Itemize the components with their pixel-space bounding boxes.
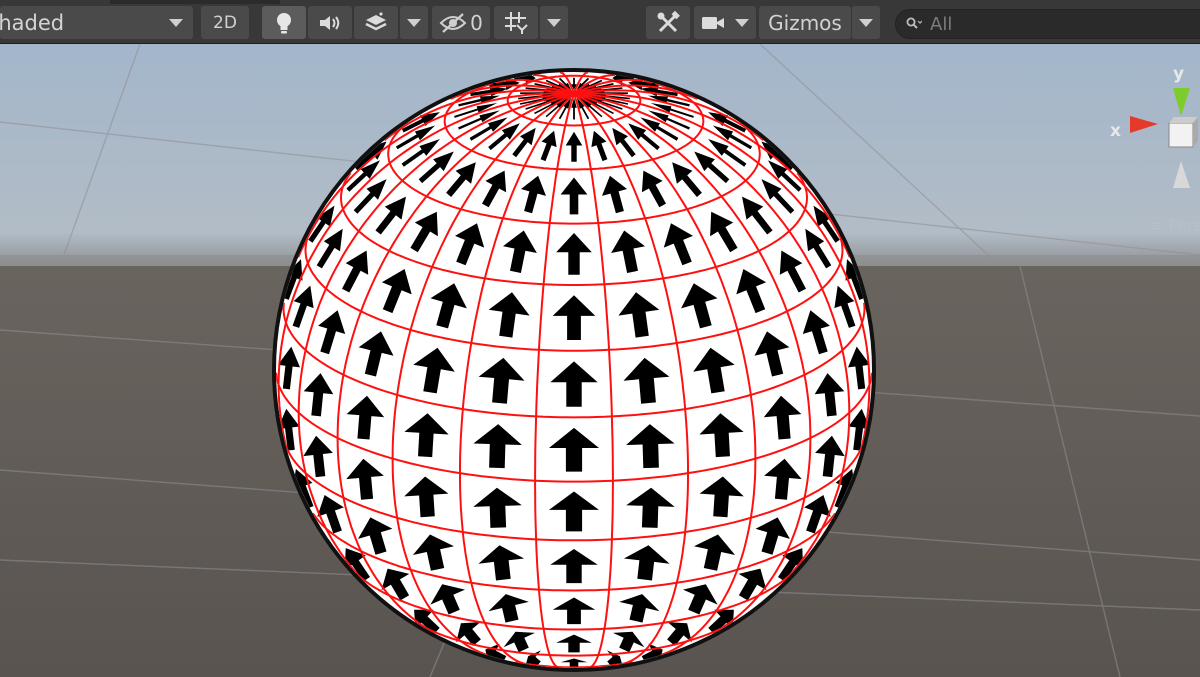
fx-layers-icon <box>365 11 387 30</box>
light-bulb-icon <box>277 12 291 33</box>
scene-viewport[interactable]: y x ≡ Persp <box>0 44 1200 677</box>
tools-icon <box>657 10 680 32</box>
grid-icon <box>505 11 528 34</box>
search-input[interactable] <box>930 13 1180 35</box>
projection-label[interactable]: ≡ Persp <box>1150 216 1200 235</box>
effects-toggle-button[interactable] <box>354 6 398 39</box>
audio-toggle-button[interactable] <box>308 6 352 39</box>
projection-text: Persp <box>1168 216 1200 235</box>
gizmos-button[interactable]: Gizmos <box>759 6 851 39</box>
toggle-2d-label: 2D <box>213 12 237 33</box>
chevron-down-icon <box>547 18 561 27</box>
gizmos-label: Gizmos <box>768 10 842 35</box>
hidden-objects-toggle[interactable]: 0 <box>432 6 490 39</box>
chevron-down-icon <box>169 19 183 27</box>
search-field[interactable] <box>895 9 1200 39</box>
grid-dropdown[interactable] <box>540 6 568 39</box>
scene-tools-button[interactable] <box>646 6 690 39</box>
sphere-object[interactable] <box>272 68 876 672</box>
scene-canvas <box>0 44 1200 677</box>
scene-view: Shaded 2D <box>0 0 1200 677</box>
hamburger-icon: ≡ <box>1150 216 1164 235</box>
grid-toggle-button[interactable] <box>494 6 538 39</box>
speaker-icon <box>320 15 340 30</box>
camera-settings-button[interactable] <box>694 6 756 39</box>
eye-slash-icon <box>439 12 467 33</box>
draw-mode-dropdown[interactable]: Shaded <box>0 6 193 39</box>
lighting-toggle-button[interactable] <box>262 6 306 39</box>
draw-mode-label: Shaded <box>0 10 65 35</box>
orientation-gizmo[interactable]: y x <box>1100 58 1200 198</box>
gizmo-cube-icon <box>1130 88 1198 188</box>
search-icon <box>906 17 922 29</box>
tab-strip-edge <box>110 0 280 4</box>
chevron-down-icon <box>859 18 873 27</box>
gizmos-dropdown[interactable] <box>852 6 880 39</box>
chevron-down-icon <box>407 18 421 27</box>
hidden-count: 0 <box>470 10 483 35</box>
effects-dropdown[interactable] <box>400 6 428 39</box>
camera-icon <box>702 16 724 29</box>
chevron-down-icon <box>735 18 749 27</box>
scene-toolbar: Shaded 2D <box>0 0 1200 44</box>
toggle-2d-button[interactable]: 2D <box>201 6 249 39</box>
